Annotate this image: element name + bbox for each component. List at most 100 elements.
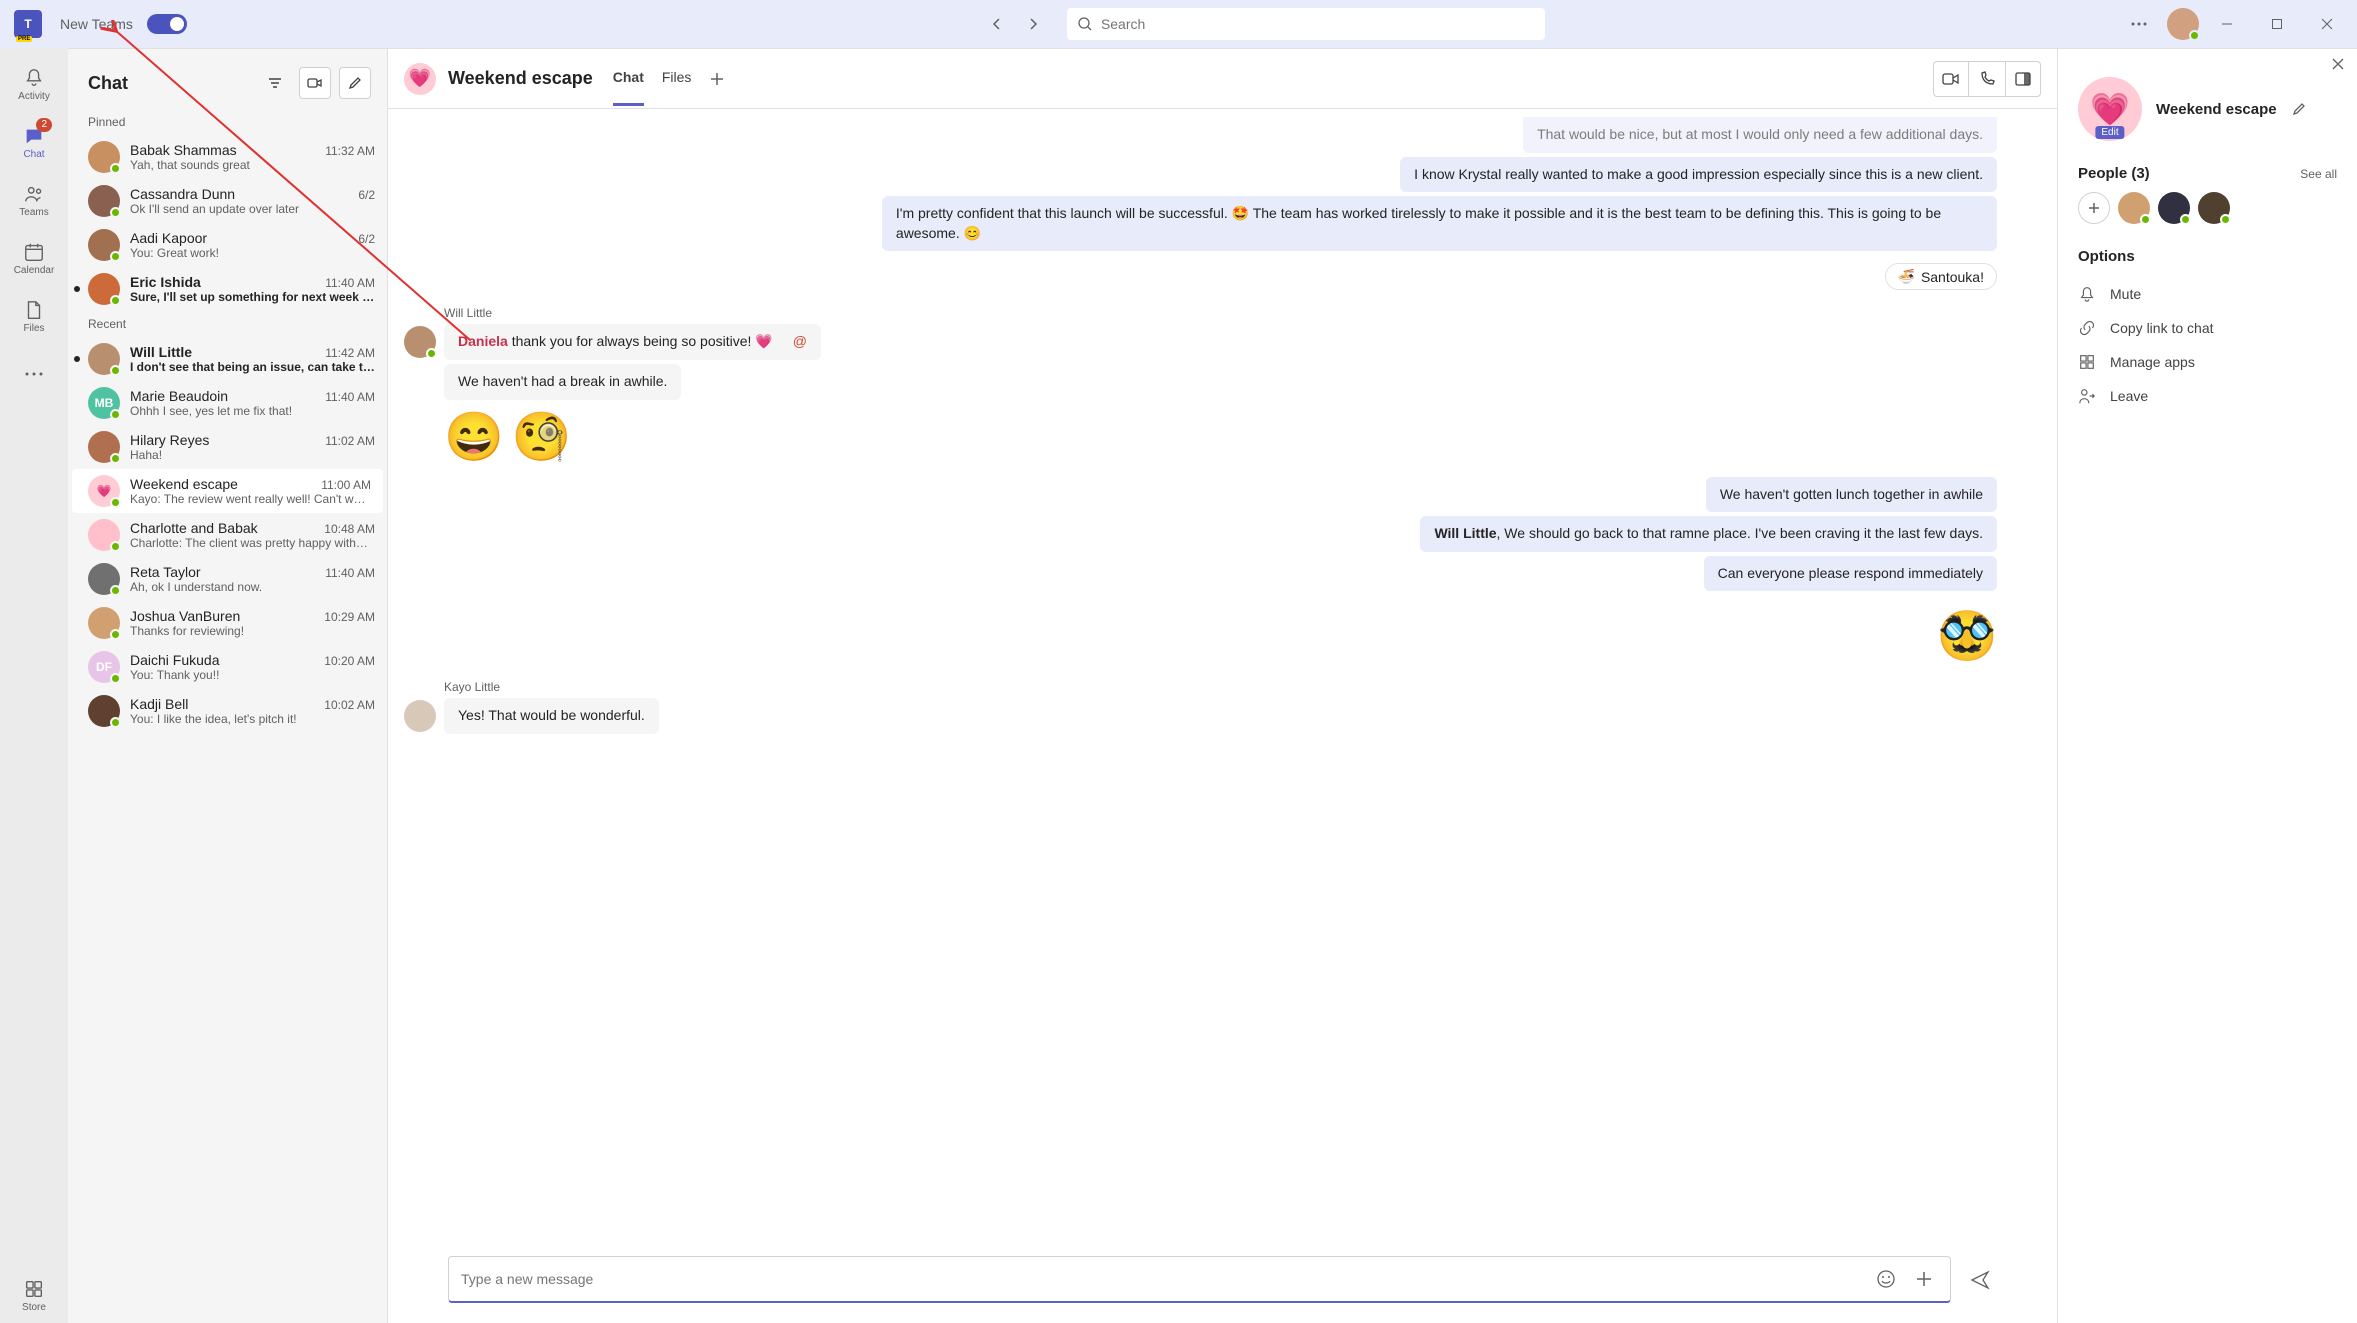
people-row xyxy=(2078,192,2337,224)
message-bubble[interactable]: We haven't gotten lunch together in awhi… xyxy=(1706,477,1997,513)
tab-chat[interactable]: Chat xyxy=(613,51,644,106)
chat-list-item[interactable]: Hilary Reyes11:02 AM Haha! xyxy=(68,425,387,469)
chat-item-time: 11:42 AM xyxy=(325,346,375,360)
chat-list-item[interactable]: 💗 Weekend escape11:00 AM Kayo: The revie… xyxy=(72,469,383,513)
chat-item-preview: You: Great work! xyxy=(130,246,375,260)
option-manage-apps[interactable]: Manage apps xyxy=(2078,345,2337,379)
add-tab-button[interactable] xyxy=(703,65,731,93)
chat-item-avatar xyxy=(88,563,120,595)
close-details-button[interactable] xyxy=(2331,57,2345,71)
message-list[interactable]: That would be nice, but at most I would … xyxy=(388,109,2057,1244)
compose-box[interactable] xyxy=(448,1256,1951,1303)
chat-item-preview: Charlotte: The client was pretty happy w… xyxy=(130,536,375,550)
chat-item-preview: Haha! xyxy=(130,448,375,462)
chat-list-item[interactable]: Babak Shammas11:32 AM Yah, that sounds g… xyxy=(68,135,387,179)
chat-list-item[interactable]: Will Little11:42 AM I don't see that bei… xyxy=(68,337,387,381)
chat-item-time: 11:40 AM xyxy=(325,566,375,580)
open-pane-button[interactable] xyxy=(2005,61,2041,97)
chat-item-preview: Thanks for reviewing! xyxy=(130,624,375,638)
rail-calendar[interactable]: Calendar xyxy=(6,230,62,286)
link-icon xyxy=(2078,319,2096,337)
chat-item-avatar xyxy=(88,141,120,173)
rail-more[interactable] xyxy=(6,346,62,402)
rail-files[interactable]: Files xyxy=(6,288,62,344)
chat-list-item[interactable]: Eric Ishida11:40 AM Sure, I'll set up so… xyxy=(68,267,387,311)
message-bubble[interactable]: We haven't had a break in awhile. xyxy=(444,364,681,400)
see-all-link[interactable]: See all xyxy=(2300,167,2337,181)
message-bubble[interactable]: Daniela thank you for always being so po… xyxy=(444,324,821,360)
message-sender-label: Will Little xyxy=(444,306,1997,320)
close-button[interactable] xyxy=(2305,2,2349,46)
chat-list-item[interactable]: Aadi Kapoor6/2 You: Great work! xyxy=(68,223,387,267)
maximize-button[interactable] xyxy=(2255,2,2299,46)
disguise-emoji[interactable]: 🥸 xyxy=(1937,610,1997,663)
message-bubble[interactable]: That would be nice, but at most I would … xyxy=(1523,117,1997,153)
chat-item-avatar xyxy=(88,607,120,639)
chat-list-item[interactable]: DF Daichi Fukuda10:20 AM You: Thank you!… xyxy=(68,645,387,689)
chat-list-item[interactable]: MB Marie Beaudoin11:40 AM Ohhh I see, ye… xyxy=(68,381,387,425)
participant-avatar[interactable] xyxy=(2198,192,2230,224)
search-icon xyxy=(1077,16,1093,32)
message-bubble[interactable]: Will Little, We should go back to that r… xyxy=(1420,516,1997,552)
chat-item-avatar xyxy=(88,185,120,217)
option-copy-link[interactable]: Copy link to chat xyxy=(2078,311,2337,345)
search-box[interactable] xyxy=(1067,8,1545,40)
chat-item-avatar xyxy=(88,229,120,261)
app-logo: T xyxy=(14,10,42,38)
minimize-button[interactable] xyxy=(2205,2,2249,46)
rail-chat[interactable]: 2 Chat xyxy=(6,114,62,170)
compose-add-button[interactable] xyxy=(1910,1265,1938,1293)
chat-badge: 2 xyxy=(36,118,52,132)
new-teams-toggle[interactable] xyxy=(147,14,187,34)
chat-item-preview: Kayo: The review went really well! Can't… xyxy=(130,492,371,506)
chat-item-name: Babak Shammas xyxy=(130,142,237,158)
search-input[interactable] xyxy=(1101,16,1535,32)
edit-name-button[interactable] xyxy=(2291,101,2307,117)
chat-item-time: 11:32 AM xyxy=(325,144,375,158)
participant-avatar[interactable] xyxy=(2118,192,2150,224)
files-icon xyxy=(23,299,45,321)
rail-teams[interactable]: Teams xyxy=(6,172,62,228)
chat-list-item[interactable]: Kadji Bell10:02 AM You: I like the idea,… xyxy=(68,689,387,733)
send-button[interactable] xyxy=(1963,1263,1997,1297)
option-leave[interactable]: Leave xyxy=(2078,379,2337,413)
chat-list-item[interactable]: Cassandra Dunn6/2 Ok I'll send an update… xyxy=(68,179,387,223)
details-chat-name: Weekend escape xyxy=(2156,101,2277,118)
meet-now-button[interactable] xyxy=(299,67,331,99)
new-chat-button[interactable] xyxy=(339,67,371,99)
new-teams-label: New Teams xyxy=(60,16,133,32)
reaction-emoji: 🍜 xyxy=(1898,268,1915,285)
filter-button[interactable] xyxy=(259,67,291,99)
tab-files[interactable]: Files xyxy=(662,51,692,106)
more-options-button[interactable] xyxy=(2117,2,2161,46)
message-bubble[interactable]: Can everyone please respond immediately xyxy=(1704,556,1997,592)
message-input[interactable] xyxy=(461,1271,1862,1287)
store-icon xyxy=(23,1278,45,1300)
emoji-picker-button[interactable] xyxy=(1872,1265,1900,1293)
profile-avatar[interactable] xyxy=(2167,8,2199,40)
laugh-emoji[interactable]: 😄 xyxy=(444,408,504,465)
recent-section-label: Recent xyxy=(68,311,387,337)
video-call-button[interactable] xyxy=(1933,61,1969,97)
pinned-section-label: Pinned xyxy=(68,109,387,135)
rail-activity[interactable]: Activity xyxy=(6,56,62,112)
teams-icon xyxy=(23,183,45,205)
details-avatar[interactable]: 💗Edit xyxy=(2078,77,2142,141)
participant-avatar[interactable] xyxy=(2158,192,2190,224)
message-bubble[interactable]: Yes! That would be wonderful. xyxy=(444,698,659,734)
nav-back-button[interactable] xyxy=(979,6,1015,42)
chat-list-item[interactable]: Reta Taylor11:40 AM Ah, ok I understand … xyxy=(68,557,387,601)
chat-list-item[interactable]: Charlotte and Babak10:48 AM Charlotte: T… xyxy=(68,513,387,557)
audio-call-button[interactable] xyxy=(1969,61,2005,97)
chat-list-item[interactable]: Joshua VanBuren10:29 AM Thanks for revie… xyxy=(68,601,387,645)
monocle-emoji[interactable]: 🧐 xyxy=(512,408,572,465)
message-bubble[interactable]: I'm pretty confident that this launch wi… xyxy=(882,196,1997,251)
rail-store[interactable]: Store xyxy=(6,1267,62,1323)
leave-icon xyxy=(2078,387,2096,405)
option-mute[interactable]: Mute xyxy=(2078,277,2337,311)
left-rail: Activity 2 Chat Teams Calendar Files Sto… xyxy=(0,48,68,1323)
nav-forward-button[interactable] xyxy=(1015,6,1051,42)
message-bubble[interactable]: I know Krystal really wanted to make a g… xyxy=(1400,157,1997,193)
reaction-pill[interactable]: 🍜Santouka! xyxy=(1885,263,1998,290)
add-people-button[interactable] xyxy=(2078,192,2110,224)
